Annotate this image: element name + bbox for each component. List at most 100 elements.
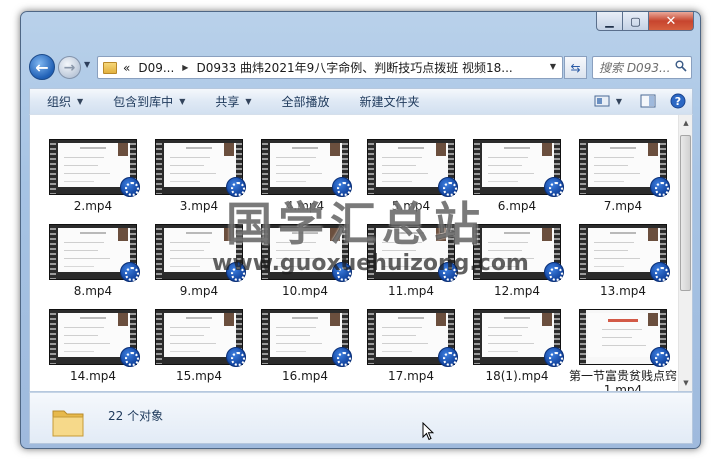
address-overflow[interactable]: « (123, 61, 130, 75)
presenter-cam (118, 313, 128, 326)
file-name[interactable]: 7.mp4 (566, 199, 680, 213)
film-strip (580, 140, 586, 194)
maximize-button[interactable]: ▢ (623, 12, 649, 31)
minimize-button[interactable]: ▁ (596, 12, 623, 31)
file-name[interactable]: 8.mp4 (36, 284, 150, 298)
file-name[interactable]: 16.mp4 (248, 369, 362, 383)
include-library-menu[interactable]: 包含到库中 ▼ (113, 93, 185, 110)
play-all-button[interactable]: 全部播放 (282, 93, 330, 110)
file-name[interactable]: 17.mp4 (354, 369, 468, 383)
caret-down-icon: ▼ (77, 97, 84, 106)
command-bar: 组织 ▼ 包含到库中 ▼ 共享 ▼ 全部播放 新建文件夹 ▼ ? (29, 88, 693, 114)
svg-text:?: ? (675, 95, 681, 108)
address-bar[interactable]: « D09... ▶ D0933 曲炜2021年9八字命例、判断技巧点拨班 视频… (97, 56, 563, 79)
details-pane: 22 个对象 (29, 392, 693, 444)
file-name[interactable]: 15.mp4 (142, 369, 256, 383)
film-strip (580, 225, 586, 279)
caret-down-icon: ▼ (245, 97, 252, 106)
history-dropdown-icon[interactable]: ▼ (84, 60, 90, 69)
media-player-icon (120, 262, 140, 282)
vertical-scrollbar[interactable]: ▲ ▼ (678, 115, 692, 391)
refresh-button[interactable]: ⇆ (564, 56, 587, 79)
file-name[interactable]: 12.mp4 (460, 284, 574, 298)
view-dropdown-icon[interactable]: ▼ (616, 97, 622, 106)
media-player-icon (226, 347, 246, 367)
file-tile[interactable]: 14.mp4 (40, 309, 146, 391)
window-controls: ▁ ▢ ✕ (596, 12, 694, 31)
presenter-cam (648, 143, 658, 156)
media-player-icon (650, 262, 670, 282)
organize-label: 组织 (47, 95, 72, 109)
file-name[interactable]: 10.mp4 (248, 284, 362, 298)
folder-icon (52, 410, 84, 437)
file-tile[interactable]: 7.mp4 (570, 139, 676, 223)
presenter-cam (330, 143, 340, 156)
watermark-url: www.guoxuehuizong.com (212, 251, 529, 276)
file-name[interactable]: 18(1).mp4 (460, 369, 574, 383)
media-player-icon (650, 347, 670, 367)
file-name[interactable]: 11.mp4 (354, 284, 468, 298)
file-tile[interactable]: 18(1).mp4 (464, 309, 570, 391)
presenter-cam (436, 143, 446, 156)
media-player-icon (438, 347, 458, 367)
forward-button[interactable]: → (58, 56, 81, 79)
film-strip (50, 225, 56, 279)
file-name[interactable]: 13.mp4 (566, 284, 680, 298)
presenter-cam (542, 313, 552, 326)
presenter-cam (648, 313, 658, 326)
caret-down-icon: ▼ (179, 97, 186, 106)
title-bar[interactable]: ▁ ▢ ✕ (21, 12, 700, 42)
scroll-down-icon[interactable]: ▼ (680, 377, 692, 389)
media-player-icon (544, 177, 564, 197)
help-icon[interactable]: ? (670, 93, 686, 109)
include-library-label: 包含到库中 (113, 95, 174, 109)
file-name[interactable]: 9.mp4 (142, 284, 256, 298)
media-player-icon (650, 177, 670, 197)
refresh-icon: ⇆ (570, 60, 581, 75)
breadcrumb-chevron-icon[interactable]: ▶ (182, 63, 188, 72)
file-tile[interactable]: 15.mp4 (146, 309, 252, 391)
file-name[interactable]: 2.mp4 (36, 199, 150, 213)
organize-menu[interactable]: 组织 ▼ (47, 93, 83, 110)
presenter-cam (224, 143, 234, 156)
share-menu[interactable]: 共享 ▼ (215, 93, 251, 110)
file-tile[interactable]: 17.mp4 (358, 309, 464, 391)
file-tile[interactable]: 16.mp4 (252, 309, 358, 391)
search-input[interactable]: 搜索 D093... (592, 56, 692, 79)
film-strip (474, 310, 480, 364)
search-icon[interactable] (675, 60, 687, 72)
file-tile[interactable]: 第一节富贵贫贱点窍1.mp4 (569, 309, 677, 391)
scroll-up-icon[interactable]: ▲ (680, 117, 692, 129)
file-tile[interactable]: 13.mp4 (570, 224, 676, 308)
new-folder-label: 新建文件夹 (359, 95, 420, 109)
arrow-left-icon: ← (35, 57, 49, 77)
preview-pane-icon[interactable] (640, 93, 656, 109)
watermark-text: 国学汇总站 (226, 197, 486, 251)
address-dropdown-icon[interactable]: ▼ (550, 62, 556, 71)
file-tile[interactable]: 2.mp4 (40, 139, 146, 223)
view-options-icon[interactable] (594, 93, 610, 109)
film-strip (474, 140, 480, 194)
play-all-label: 全部播放 (281, 95, 330, 109)
presenter-cam (436, 313, 446, 326)
file-name[interactable]: 14.mp4 (36, 369, 150, 383)
breadcrumb-segment[interactable]: D09... (138, 61, 174, 75)
presenter-cam (648, 228, 658, 241)
close-button[interactable]: ✕ (649, 12, 694, 31)
film-strip (50, 140, 56, 194)
presenter-cam (542, 143, 552, 156)
scroll-thumb[interactable] (680, 135, 691, 291)
file-tile[interactable]: 8.mp4 (40, 224, 146, 308)
item-count: 22 个对象 (108, 409, 164, 423)
presenter-cam (224, 313, 234, 326)
back-button[interactable]: ← (29, 54, 55, 80)
file-name[interactable]: 第一节富贵贫贱点窍1.mp4 (566, 369, 680, 391)
navigation-bar: ← → ▼ « D09... ▶ D0933 曲炜2021年9八字命例、判断技巧… (21, 52, 700, 82)
presenter-cam (542, 228, 552, 241)
share-label: 共享 (215, 95, 240, 109)
breadcrumb-segment[interactable]: D0933 曲炜2021年9八字命例、判断技巧点拨班 视频18... (196, 59, 512, 76)
film-strip (262, 310, 268, 364)
media-player-icon (120, 347, 140, 367)
film-strip (368, 140, 374, 194)
new-folder-button[interactable]: 新建文件夹 (360, 93, 420, 110)
